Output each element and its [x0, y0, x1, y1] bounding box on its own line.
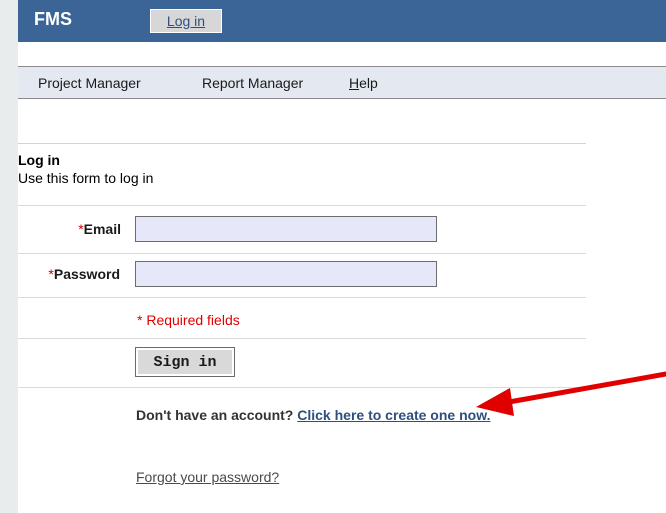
required-fields-note: * Required fields [137, 312, 240, 328]
form-divider [18, 338, 586, 339]
form-divider [18, 297, 586, 298]
menu-bar: Project Manager Report Manager Help [18, 66, 666, 99]
account-prompt: Don't have an account? [136, 407, 294, 423]
page-subtitle: Use this form to log in [18, 170, 154, 186]
header-gap [18, 42, 666, 66]
red-arrow-icon [476, 371, 666, 416]
left-gutter [0, 0, 18, 513]
form-divider [18, 253, 586, 254]
brand-logo: FMS [34, 9, 72, 29]
form-divider [18, 205, 586, 206]
menu-item-help[interactable]: Help [349, 75, 378, 91]
section-divider [18, 143, 586, 144]
header-login-button[interactable]: Log in [150, 9, 222, 33]
menu-item-report-manager[interactable]: Report Manager [202, 75, 303, 91]
email-label-text: Email [83, 221, 121, 237]
forgot-password-link[interactable]: Forgot your password? [136, 469, 279, 485]
password-label: *Password [18, 266, 120, 282]
menu-item-project-manager[interactable]: Project Manager [38, 75, 141, 91]
password-field[interactable] [135, 261, 437, 287]
password-label-text: Password [53, 266, 120, 282]
menu-item-help-mnemonic: H [349, 75, 360, 91]
page: FMS Log in Project Manager Report Manage… [0, 0, 666, 513]
app-header: FMS Log in [18, 0, 666, 42]
email-label: *Email [61, 221, 121, 237]
email-field[interactable] [135, 216, 437, 242]
page-title: Log in [18, 152, 60, 168]
menu-item-help-rest: elp [359, 75, 378, 91]
sign-in-button[interactable]: Sign in [135, 347, 235, 377]
create-account-link[interactable]: Click here to create one now. [297, 407, 490, 423]
